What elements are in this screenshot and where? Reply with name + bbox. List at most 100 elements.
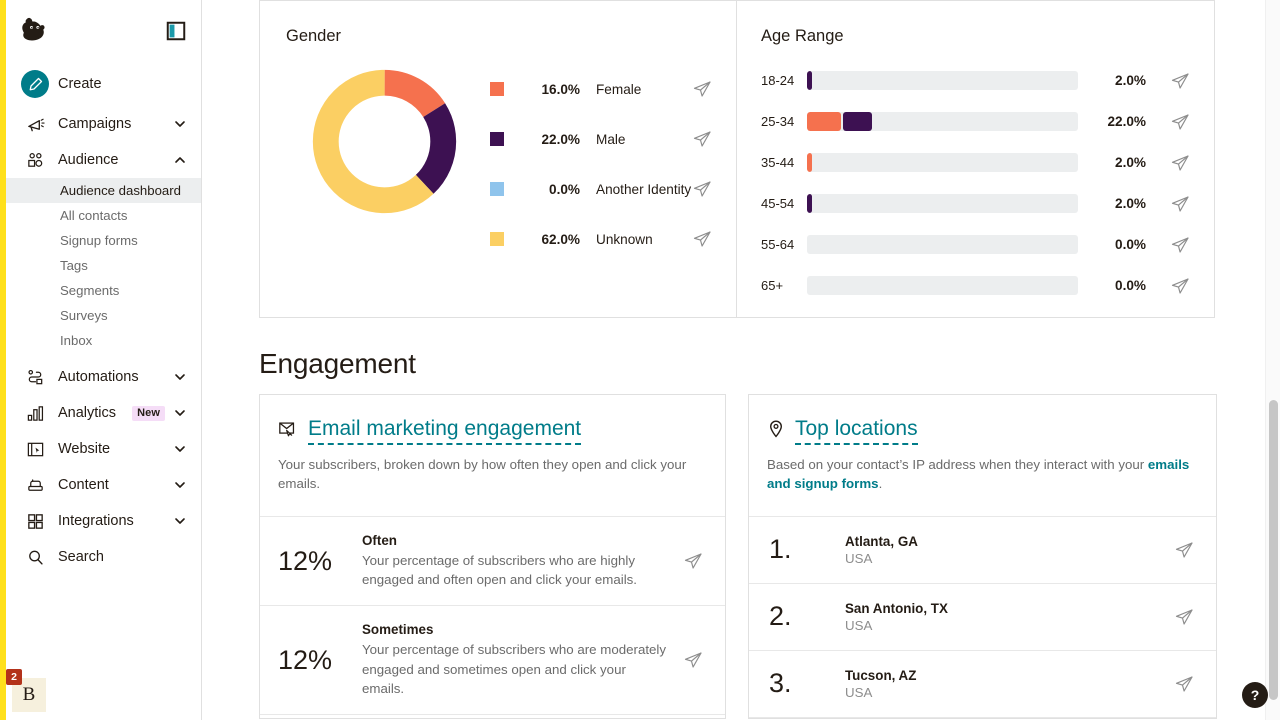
sidebar-item-tags[interactable]: Tags xyxy=(6,253,201,278)
chevron-down-icon[interactable] xyxy=(173,478,187,492)
help-button[interactable]: ? xyxy=(1242,682,1268,708)
top-locations-link[interactable]: Top locations xyxy=(795,417,918,446)
age-label: 45-54 xyxy=(761,196,795,211)
legend-item: 62.0% Unknown xyxy=(490,214,712,264)
search-icon xyxy=(24,546,46,568)
sidebar-item-label: Campaigns xyxy=(58,116,132,132)
location-rank: 3. xyxy=(769,668,792,699)
location-row: 3. Tucson, AZ USA xyxy=(749,651,1216,718)
sidebar-item-content[interactable]: Content xyxy=(6,467,201,503)
engagement-percent: 12% xyxy=(278,644,333,675)
send-icon[interactable] xyxy=(1174,540,1194,560)
send-icon[interactable] xyxy=(1170,153,1190,173)
content-icon xyxy=(24,474,46,496)
legend-swatch-female xyxy=(490,82,504,96)
sidebar-item-all-contacts[interactable]: All contacts xyxy=(6,203,201,228)
engagement-row-often: 12% Often Your percentage of subscribers… xyxy=(260,517,725,607)
age-percent: 2.0% xyxy=(1115,196,1146,211)
location-city: Tucson, AZ xyxy=(845,667,917,683)
age-bar-track xyxy=(807,276,1078,295)
location-city: San Antonio, TX xyxy=(845,600,948,616)
sidebar-item-create[interactable]: Create xyxy=(6,62,201,106)
bar-segment-male xyxy=(807,194,812,213)
age-row: 55-64 0.0% xyxy=(761,224,1190,265)
legend-label: Male xyxy=(596,131,626,147)
age-row: 45-54 2.0% xyxy=(761,183,1190,224)
freddie-logo[interactable] xyxy=(18,13,54,49)
sidebar-subitem-label: All contacts xyxy=(60,208,128,223)
email-engagement-description: Your subscribers, broken down by how oft… xyxy=(278,457,687,492)
scrollbar-track[interactable] xyxy=(1265,0,1280,720)
account-menu[interactable]: B 2 xyxy=(6,669,46,712)
legend-swatch-unknown xyxy=(490,232,504,246)
send-icon[interactable] xyxy=(683,650,703,670)
gender-donut-chart xyxy=(286,58,482,219)
notification-badge: 2 xyxy=(6,669,22,685)
send-icon[interactable] xyxy=(1170,112,1190,132)
bar-segment-male xyxy=(843,112,872,131)
sidebar-item-label: Website xyxy=(58,441,111,457)
sidebar-item-website[interactable]: Website xyxy=(6,431,201,467)
sidebar-subitem-label: Segments xyxy=(60,283,120,298)
chevron-down-icon[interactable] xyxy=(173,514,187,528)
sidebar-item-surveys[interactable]: Surveys xyxy=(6,303,201,328)
chevron-down-icon[interactable] xyxy=(173,442,187,456)
chevron-down-icon[interactable] xyxy=(173,406,187,420)
sidebar-subitem-label: Audience dashboard xyxy=(60,183,181,198)
chevron-down-icon[interactable] xyxy=(173,117,187,131)
sidebar-subitem-label: Surveys xyxy=(60,308,108,323)
send-icon[interactable] xyxy=(1174,607,1194,627)
chevron-down-icon[interactable] xyxy=(173,370,187,384)
gender-title: Gender xyxy=(286,27,342,45)
legend-percent: 62.0% xyxy=(541,231,580,247)
sidebar-subitem-label: Signup forms xyxy=(60,233,138,248)
send-icon[interactable] xyxy=(1170,235,1190,255)
bar-segment-female xyxy=(807,112,841,131)
sidebar-item-audience-dashboard[interactable]: Audience dashboard xyxy=(6,178,201,203)
age-percent: 0.0% xyxy=(1115,278,1146,293)
age-range-title: Age Range xyxy=(761,27,844,45)
top-locations-card: Top locations Based on your contact’s IP… xyxy=(748,394,1217,719)
sidebar-item-label: Create xyxy=(58,76,102,92)
send-icon[interactable] xyxy=(692,129,712,149)
send-icon[interactable] xyxy=(1170,194,1190,214)
send-icon[interactable] xyxy=(683,551,703,571)
sidebar-item-signup-forms[interactable]: Signup forms xyxy=(6,228,201,253)
sidebar-item-automations[interactable]: Automations xyxy=(6,359,201,395)
sidebar-subitem-label: Tags xyxy=(60,258,88,273)
age-label: 25-34 xyxy=(761,114,795,129)
send-icon[interactable] xyxy=(1170,71,1190,91)
location-city: Atlanta, GA xyxy=(845,533,918,549)
age-range-chart: 18-24 2.0% 25-34 22.0% 35-44 2.0% 45-54 … xyxy=(761,60,1190,306)
sidebar-item-label: Content xyxy=(58,477,109,493)
sidebar-item-integrations[interactable]: Integrations xyxy=(6,503,201,539)
age-bar-track xyxy=(807,194,1078,213)
panel-collapse-icon[interactable] xyxy=(165,20,187,42)
sidebar-item-segments[interactable]: Segments xyxy=(6,278,201,303)
sidebar-item-audience[interactable]: Audience xyxy=(6,142,201,178)
legend-percent: 16.0% xyxy=(541,81,580,97)
legend-label: Another Identity xyxy=(596,181,692,197)
send-icon[interactable] xyxy=(692,79,712,99)
send-icon[interactable] xyxy=(1174,674,1194,694)
chevron-up-icon[interactable] xyxy=(173,153,187,167)
send-icon[interactable] xyxy=(1170,276,1190,296)
sidebar-item-analytics[interactable]: Analytics New xyxy=(6,395,201,431)
top-locations-description: Based on your contact’s IP address when … xyxy=(767,456,1194,494)
email-engagement-link[interactable]: Email marketing engagement xyxy=(308,417,582,446)
bar-chart-icon xyxy=(24,402,46,424)
age-percent: 2.0% xyxy=(1115,155,1146,170)
engagement-row-sometimes: 12% Sometimes Your percentage of subscri… xyxy=(260,606,725,716)
sidebar-item-campaigns[interactable]: Campaigns xyxy=(6,106,201,142)
sidebar-item-inbox[interactable]: Inbox xyxy=(6,328,201,353)
age-percent: 22.0% xyxy=(1107,114,1146,129)
legend-swatch-another-identity xyxy=(490,182,504,196)
new-badge: New xyxy=(132,405,165,421)
age-row: 18-24 2.0% xyxy=(761,60,1190,101)
app-root: Create Campaigns Audience Audience dashb… xyxy=(0,0,1280,720)
scrollbar-thumb[interactable] xyxy=(1269,400,1278,700)
sidebar-item-search[interactable]: Search xyxy=(6,539,201,575)
send-icon[interactable] xyxy=(692,229,712,249)
age-bar-track xyxy=(807,71,1078,90)
send-icon[interactable] xyxy=(692,179,712,199)
